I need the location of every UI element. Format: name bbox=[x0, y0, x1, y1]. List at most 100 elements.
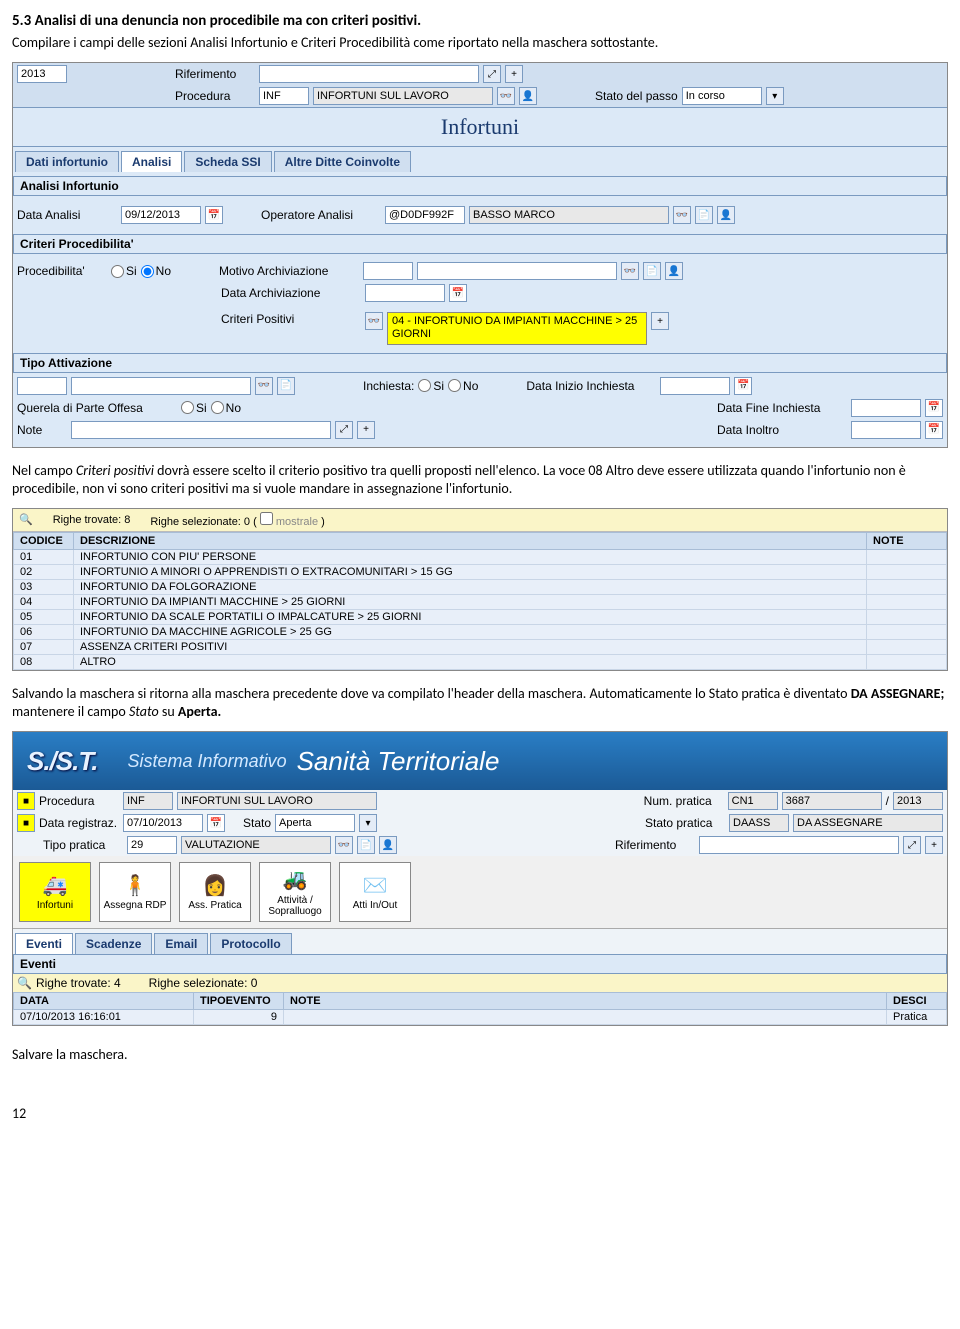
data-analisi-label: Data Analisi bbox=[17, 208, 117, 222]
stato-passo-field[interactable]: In corso bbox=[682, 87, 762, 105]
btn-atti[interactable]: ✉️Atti In/Out bbox=[339, 862, 411, 922]
motivo-desc[interactable] bbox=[417, 262, 617, 280]
table-row[interactable]: 01INFORTUNIO CON PIU' PERSONE bbox=[14, 549, 947, 564]
procedura-code[interactable]: INF bbox=[259, 87, 309, 105]
criteri-table: CODICE DESCRIZIONE NOTE 01INFORTUNIO CON… bbox=[13, 532, 947, 670]
tab-email[interactable]: Email bbox=[154, 933, 208, 954]
tab-scheda-ssi[interactable]: Scheda SSI bbox=[184, 151, 271, 172]
data-arch-label: Data Archiviazione bbox=[221, 286, 361, 300]
table-row[interactable]: 07/10/2013 16:16:01 9 Pratica bbox=[14, 1010, 947, 1025]
expand-icon[interactable]: ⤢ bbox=[335, 421, 353, 439]
radio-inch-no[interactable]: No bbox=[448, 379, 478, 393]
tab-eventi[interactable]: Eventi bbox=[15, 933, 73, 954]
plus-icon[interactable]: + bbox=[505, 65, 523, 83]
table-row[interactable]: 05INFORTUNIO DA SCALE PORTATILI O IMPALC… bbox=[14, 609, 947, 624]
col-data[interactable]: DATA bbox=[14, 993, 194, 1010]
user-icon[interactable]: 👤 bbox=[717, 206, 735, 224]
page-number: 12 bbox=[12, 1105, 948, 1122]
paragraph-3: Salvando la maschera si ritorna alla mas… bbox=[12, 685, 948, 721]
tab-protocollo[interactable]: Protocollo bbox=[210, 933, 291, 954]
dropdown-icon[interactable]: ▾ bbox=[766, 87, 784, 105]
tipo-code[interactable]: 29 bbox=[127, 836, 177, 854]
radio-si[interactable]: Si bbox=[111, 264, 137, 278]
doc-icon[interactable]: 📄 bbox=[643, 262, 661, 280]
marker-icon[interactable]: ■ bbox=[17, 792, 35, 810]
user-icon[interactable]: 👤 bbox=[519, 87, 537, 105]
tab-altre-ditte[interactable]: Altre Ditte Coinvolte bbox=[274, 151, 411, 172]
table-row[interactable]: 02INFORTUNIO A MINORI O APPRENDISTI O EX… bbox=[14, 564, 947, 579]
table-row[interactable]: 04INFORTUNIO DA IMPIANTI MACCHINE > 25 G… bbox=[14, 594, 947, 609]
calendar-icon[interactable]: 📅 bbox=[925, 399, 943, 417]
marker-icon[interactable]: ■ bbox=[17, 814, 35, 832]
calendar-icon[interactable]: 📅 bbox=[449, 284, 467, 302]
tab-analisi[interactable]: Analisi bbox=[121, 151, 182, 172]
table-row[interactable]: 06INFORTUNIO DA MACCHINE AGRICOLE > 25 G… bbox=[14, 624, 947, 639]
btn-attivita[interactable]: 🚜Attività / Sopralluogo bbox=[259, 862, 331, 922]
col-note[interactable]: NOTE bbox=[284, 993, 887, 1010]
plus-icon[interactable]: + bbox=[357, 421, 375, 439]
expand-icon[interactable]: ⤢ bbox=[903, 836, 921, 854]
binocular-icon[interactable]: 👓 bbox=[335, 836, 353, 854]
btn-ass-pratica[interactable]: 👩Ass. Pratica bbox=[179, 862, 251, 922]
criteri-positivi-value[interactable]: 04 - INFORTUNIO DA IMPIANTI MACCHINE > 2… bbox=[387, 312, 647, 344]
mostrale-checkbox[interactable] bbox=[260, 512, 273, 525]
data-fine-field[interactable] bbox=[851, 399, 921, 417]
note-field[interactable] bbox=[71, 421, 331, 439]
riferimento-field[interactable] bbox=[699, 836, 899, 854]
magnifier-icon[interactable]: 🔍 bbox=[17, 976, 32, 990]
calendar-icon[interactable]: 📅 bbox=[207, 814, 225, 832]
user-icon[interactable]: 👤 bbox=[379, 836, 397, 854]
motivo-code[interactable] bbox=[363, 262, 413, 280]
expand-icon[interactable]: ⤢ bbox=[483, 65, 501, 83]
col-note[interactable]: NOTE bbox=[867, 532, 947, 549]
data-inoltro-field[interactable] bbox=[851, 421, 921, 439]
binocular-icon[interactable]: 👓 bbox=[365, 312, 383, 330]
proc-desc: INFORTUNI SUL LAVORO bbox=[177, 792, 377, 810]
calendar-icon[interactable]: 📅 bbox=[925, 421, 943, 439]
radio-no[interactable]: No bbox=[141, 264, 171, 278]
col-codice[interactable]: CODICE bbox=[14, 532, 74, 549]
tipo-desc[interactable] bbox=[71, 377, 251, 395]
table-row[interactable]: 03INFORTUNIO DA FOLGORAZIONE bbox=[14, 579, 947, 594]
tipo-code[interactable] bbox=[17, 377, 67, 395]
data-inizio-field[interactable] bbox=[660, 377, 730, 395]
plus-icon[interactable]: + bbox=[925, 836, 943, 854]
stato-field[interactable]: Aperta bbox=[275, 814, 355, 832]
anno-field[interactable]: 2013 bbox=[17, 65, 67, 83]
table-row[interactable]: 07ASSENZA CRITERI POSITIVI bbox=[14, 639, 947, 654]
lower-tabs: Eventi Scadenze Email Protocollo bbox=[13, 929, 947, 954]
binocular-icon[interactable]: 👓 bbox=[255, 377, 273, 395]
doc-icon[interactable]: 📄 bbox=[695, 206, 713, 224]
binocular-icon[interactable]: 👓 bbox=[621, 262, 639, 280]
calendar-icon[interactable]: 📅 bbox=[205, 206, 223, 224]
btn-assegna-rdp[interactable]: 🧍Assegna RDP bbox=[99, 862, 171, 922]
tab-scadenze[interactable]: Scadenze bbox=[75, 933, 152, 954]
operatore-code[interactable]: @D0DF992F bbox=[385, 206, 465, 224]
operatore-name: BASSO MARCO bbox=[469, 206, 669, 224]
calendar-icon[interactable]: 📅 bbox=[734, 377, 752, 395]
tab-dati-infortunio[interactable]: Dati infortunio bbox=[15, 151, 119, 172]
data-arch-field[interactable] bbox=[365, 284, 445, 302]
plus-icon[interactable]: + bbox=[651, 312, 669, 330]
col-descrizione[interactable]: DESCRIZIONE bbox=[74, 532, 867, 549]
data-analisi-field[interactable]: 09/12/2013 bbox=[121, 206, 201, 224]
doc-icon[interactable]: 📄 bbox=[277, 377, 295, 395]
paragraph-2: Nel campo Criteri positivi dovrà essere … bbox=[12, 462, 948, 498]
magnifier-icon[interactable]: 🔍 bbox=[19, 513, 33, 526]
table-row[interactable]: 08ALTRO bbox=[14, 654, 947, 669]
radio-q-no[interactable]: No bbox=[211, 401, 241, 415]
col-tipoevento[interactable]: TIPOEVENTO bbox=[194, 993, 284, 1010]
dropdown-icon[interactable]: ▾ bbox=[359, 814, 377, 832]
col-desc[interactable]: DESCI bbox=[887, 993, 947, 1010]
radio-q-si[interactable]: Si bbox=[181, 401, 207, 415]
radio-inch-si[interactable]: Si bbox=[418, 379, 444, 393]
binocular-icon[interactable]: 👓 bbox=[673, 206, 691, 224]
btn-infortuni[interactable]: 🚑Infortuni bbox=[19, 862, 91, 922]
panel-title: Infortuni bbox=[13, 108, 947, 147]
data-reg-field[interactable]: 07/10/2013 bbox=[123, 814, 203, 832]
doc-icon[interactable]: 📄 bbox=[357, 836, 375, 854]
binocular-icon[interactable]: 👓 bbox=[497, 87, 515, 105]
riferimento-field[interactable] bbox=[259, 65, 479, 83]
user-icon[interactable]: 👤 bbox=[665, 262, 683, 280]
criteri-table-panel: 🔍 Righe trovate: 8 Righe selezionate: 0 … bbox=[12, 508, 948, 671]
